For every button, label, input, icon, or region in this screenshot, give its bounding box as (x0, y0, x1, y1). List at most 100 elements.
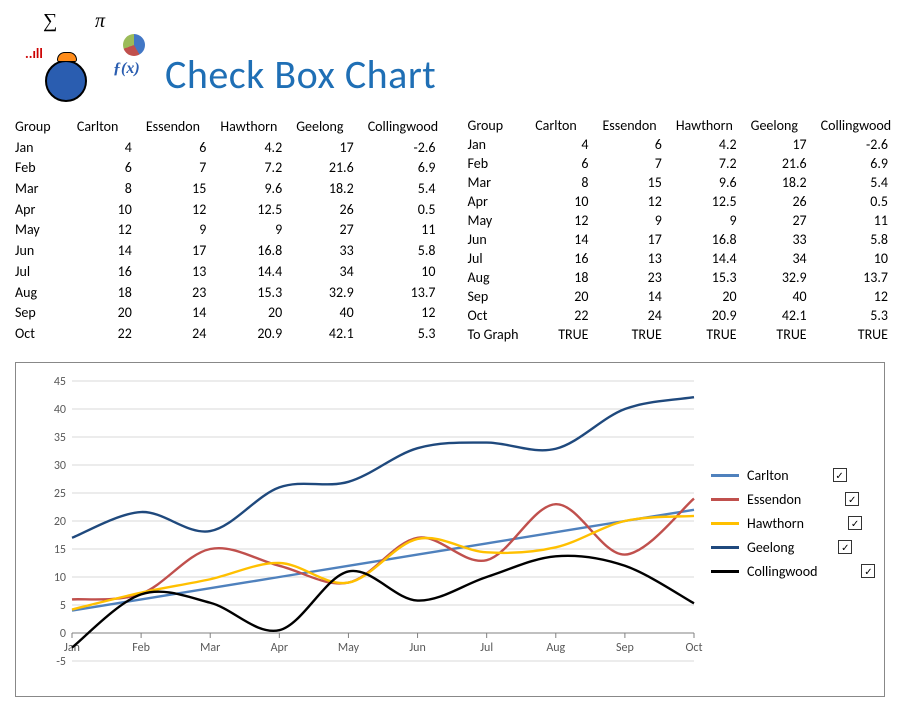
cell: 12 (77, 220, 146, 241)
cell: 14 (77, 240, 146, 261)
legend-swatch (711, 474, 739, 477)
col-header: Group (15, 116, 77, 137)
legend-label: Geelong (747, 539, 794, 556)
header: ∑ π ..ıll ƒ(x) Check Box Chart (15, 10, 902, 110)
legend-label: Collingwood (747, 563, 817, 580)
cell: 12.5 (220, 199, 296, 220)
cell: 15.3 (220, 282, 296, 303)
svg-text:Jul: Jul (480, 641, 493, 655)
table-row: Apr101212.5260.5 (468, 192, 903, 211)
row-label: May (15, 220, 77, 241)
bars-icon: ..ıll (25, 45, 43, 62)
cell: 17 (146, 240, 221, 261)
cell: 9 (602, 211, 675, 230)
cell: 14 (602, 287, 675, 306)
cell: 14 (535, 230, 602, 249)
cell: 15 (146, 178, 221, 199)
cell: 32.9 (296, 282, 368, 303)
cell: 11 (821, 211, 902, 230)
svg-text:20: 20 (54, 515, 66, 529)
svg-text:35: 35 (54, 431, 66, 445)
cell: 4 (77, 137, 146, 158)
legend-label: Carlton (747, 467, 789, 484)
cell: 40 (296, 302, 368, 323)
legend-checkbox-geelong[interactable]: ✓ (838, 540, 852, 554)
legend-swatch (711, 546, 739, 549)
svg-text:Sep: Sep (616, 641, 634, 655)
cell: TRUE (535, 325, 602, 344)
legend-item: Geelong ✓ (711, 535, 875, 559)
cell: 6.9 (368, 157, 450, 178)
svg-text:-5: -5 (56, 655, 66, 669)
legend-item: Essendon✓ (711, 487, 875, 511)
cell: 7 (602, 154, 675, 173)
cell: 27 (296, 220, 368, 241)
legend-label: Hawthorn (747, 515, 804, 532)
legend-checkbox-essendon[interactable]: ✓ (845, 492, 859, 506)
legend-swatch (711, 522, 739, 525)
row-label: Jan (15, 137, 77, 158)
svg-text:30: 30 (54, 459, 66, 473)
cell: 10 (368, 261, 450, 282)
svg-text:May: May (338, 641, 360, 655)
legend-checkbox-hawthorn[interactable]: ✓ (848, 516, 862, 530)
table-row: Sep2014204012 (15, 302, 450, 323)
cell: 33 (296, 240, 368, 261)
row-label: Sep (468, 287, 536, 306)
cell: 20 (220, 302, 296, 323)
table-row: Sep2014204012 (468, 287, 903, 306)
table-row: Aug182315.332.913.7 (15, 282, 450, 303)
cell: 24 (602, 306, 675, 325)
table-row: Aug182315.332.913.7 (468, 268, 903, 287)
cell: 18.2 (296, 178, 368, 199)
col-header: Collingwood (821, 116, 902, 135)
cell: 5.3 (368, 323, 450, 344)
table-row: Mar8159.618.25.4 (468, 173, 903, 192)
cell: 40 (751, 287, 821, 306)
tables-wrap: GroupCarltonEssendonHawthornGeelongColli… (15, 116, 902, 344)
svg-text:Aug: Aug (546, 641, 565, 655)
cell: 5.8 (821, 230, 902, 249)
cell: 4.2 (676, 135, 751, 154)
legend-swatch (711, 570, 739, 573)
cell: 42.1 (751, 306, 821, 325)
data-table-right: GroupCarltonEssendonHawthornGeelongColli… (468, 116, 903, 344)
cell: -2.6 (821, 135, 902, 154)
cell: 16 (77, 261, 146, 282)
cell: 12 (821, 287, 902, 306)
cell: 7.2 (676, 154, 751, 173)
col-header: Group (468, 116, 536, 135)
cell: 12.5 (676, 192, 751, 211)
col-header: Geelong (751, 116, 821, 135)
pie-icon (123, 34, 145, 56)
cell: 18 (535, 268, 602, 287)
cell: 9.6 (220, 178, 296, 199)
cell: 20 (77, 302, 146, 323)
cell: -2.6 (368, 137, 450, 158)
row-label: Oct (468, 306, 536, 325)
cell: 15 (602, 173, 675, 192)
cell: 16.8 (676, 230, 751, 249)
to-graph-row: To GraphTRUETRUETRUETRUETRUE (468, 325, 903, 344)
cell: 26 (296, 199, 368, 220)
cell: 18.2 (751, 173, 821, 192)
cell: 5.4 (821, 173, 902, 192)
svg-text:10: 10 (54, 571, 66, 585)
row-label: Jul (15, 261, 77, 282)
legend-checkbox-collingwood[interactable]: ✓ (861, 564, 875, 578)
cell: 10 (535, 192, 602, 211)
cell: 15.3 (676, 268, 751, 287)
table-row: Feb677.221.66.9 (15, 157, 450, 178)
cell: 21.6 (296, 157, 368, 178)
cell: 10 (77, 199, 146, 220)
legend-checkbox-carlton[interactable]: ✓ (833, 468, 847, 482)
table-row: Oct222420.942.15.3 (468, 306, 903, 325)
svg-text:25: 25 (54, 487, 66, 501)
table-row: Mar8159.618.25.4 (15, 178, 450, 199)
row-label: Aug (15, 282, 77, 303)
table-row: Jul161314.43410 (468, 249, 903, 268)
col-header: Essendon (146, 116, 221, 137)
row-label: Oct (15, 323, 77, 344)
cell: 12 (535, 211, 602, 230)
row-label: Mar (15, 178, 77, 199)
